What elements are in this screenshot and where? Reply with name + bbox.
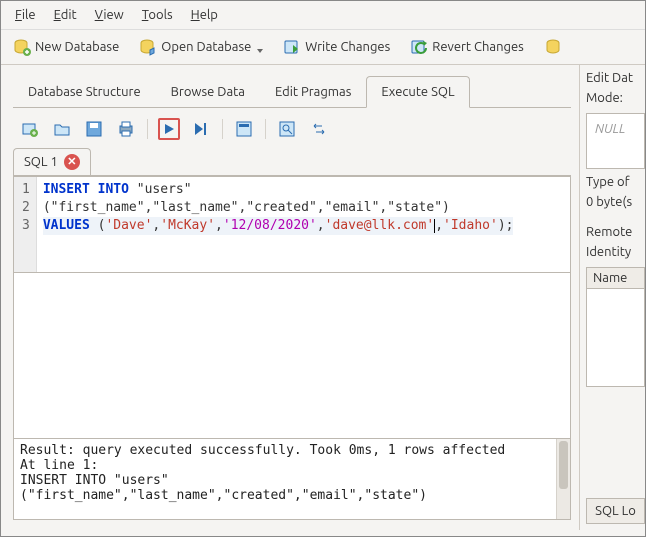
open-sql-button[interactable] [51,118,73,140]
save-sql-button[interactable] [83,118,105,140]
edit-cell-header: Edit Dat [586,71,645,85]
menu-edit[interactable]: Edit [48,5,83,25]
write-changes-label: Write Changes [305,40,390,54]
save-icon [85,120,103,138]
find-button[interactable] [276,118,298,140]
identity-list[interactable]: Name [586,267,645,387]
revert-changes-icon [410,38,428,56]
database-new-icon [13,38,31,56]
find-icon [278,120,296,138]
separator [147,119,148,139]
cell-editor[interactable]: NULL [586,113,645,169]
results-grid[interactable] [14,272,570,439]
identity-label: Identity [586,245,645,259]
sql-tab-1[interactable]: SQL 1 ✕ [13,148,91,175]
sql-toolbar [13,108,571,148]
save-result-button[interactable] [233,118,255,140]
main-tabs: Database Structure Browse Data Edit Prag… [13,75,571,108]
find-replace-icon [310,120,328,138]
folder-open-icon [53,120,71,138]
editor-container: 1 2 3 INSERT INTO "users" ("first_name",… [13,176,571,520]
main-toolbar: New Database Open Database Write Changes… [1,30,645,65]
remote-header: Remote [586,225,645,239]
menubar: File Edit View Tools Help [1,1,645,30]
sql-tab-label: SQL 1 [24,155,58,169]
open-database-label: Open Database [161,40,251,54]
play-last-icon [192,120,210,138]
new-tab-button[interactable] [19,118,41,140]
save-result-icon [235,120,253,138]
size-label: 0 byte(s [586,195,645,209]
sql-file-tabs: SQL 1 ✕ [13,148,571,176]
line-gutter: 1 2 3 [14,177,37,272]
database-open-icon [139,38,157,56]
menu-tools[interactable]: Tools [136,5,179,25]
find-replace-button[interactable] [308,118,330,140]
write-changes-button[interactable]: Write Changes [279,36,394,58]
tab-browse[interactable]: Browse Data [156,76,260,108]
message-log[interactable]: Result: query executed successfully. Too… [14,439,570,519]
code-content[interactable]: INSERT INTO "users" ("first_name","last_… [37,177,520,272]
execute-button[interactable] [158,118,180,140]
sql-log-button[interactable]: SQL Lo [586,498,645,524]
scrollbar-thumb[interactable] [559,441,568,489]
write-changes-icon [283,38,301,56]
tab-execute-sql[interactable]: Execute SQL [366,76,469,108]
side-panel: Edit Dat Mode: NULL Type of 0 byte(s Rem… [579,65,645,530]
open-database-dropdown[interactable] [257,49,263,53]
type-label: Type of [586,175,645,189]
tab-pragmas[interactable]: Edit Pragmas [260,76,366,108]
execute-line-button[interactable] [190,118,212,140]
database-icon [544,38,562,56]
revert-changes-label: Revert Changes [432,40,524,54]
revert-changes-button[interactable]: Revert Changes [406,36,528,58]
print-button[interactable] [115,118,137,140]
sql-editor[interactable]: 1 2 3 INSERT INTO "users" ("first_name",… [14,177,570,272]
new-tab-icon [21,120,39,138]
name-column-header[interactable]: Name [587,268,644,289]
open-database-button[interactable]: Open Database [135,36,267,58]
separator [265,119,266,139]
new-database-label: New Database [35,40,119,54]
play-icon [162,122,176,136]
menu-view[interactable]: View [89,5,130,25]
separator [222,119,223,139]
new-database-button[interactable]: New Database [9,36,123,58]
extra-button[interactable] [540,36,566,58]
menu-help[interactable]: Help [185,5,224,25]
close-tab-icon[interactable]: ✕ [64,154,80,170]
tab-structure[interactable]: Database Structure [13,76,156,108]
mode-label: Mode: [586,91,645,105]
scrollbar[interactable] [556,439,570,519]
menu-file[interactable]: File [9,5,42,25]
print-icon [117,120,135,138]
